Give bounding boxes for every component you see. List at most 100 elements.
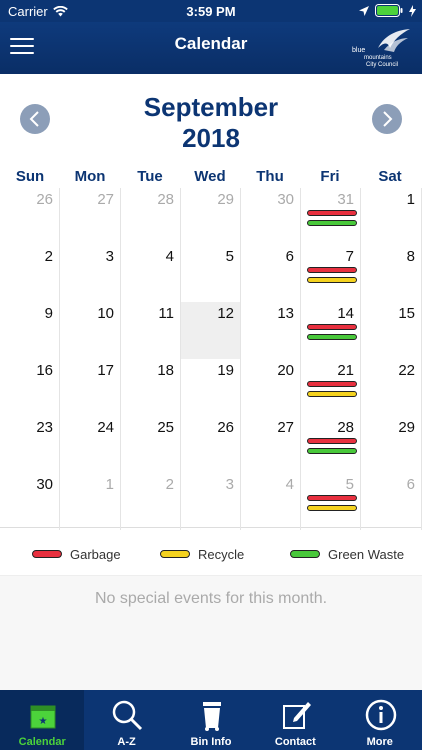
search-icon	[113, 700, 143, 731]
day-cell[interactable]: 30	[0, 473, 60, 530]
legend-recycle-label: Recycle	[198, 546, 245, 562]
day-number: 6	[285, 248, 294, 265]
day-cell[interactable]: 20	[241, 359, 301, 416]
day-cell[interactable]: 10	[60, 302, 121, 359]
day-cell[interactable]: 1	[361, 188, 422, 245]
day-cell[interactable]: 5	[181, 245, 241, 302]
day-cell[interactable]: 6	[361, 473, 422, 530]
day-cell[interactable]: 22	[361, 359, 422, 416]
day-cell[interactable]: 21	[301, 359, 361, 416]
day-cell[interactable]: 6	[241, 245, 301, 302]
day-cell[interactable]: 17	[60, 359, 121, 416]
day-cell[interactable]: 31	[301, 188, 361, 245]
day-cell-today[interactable]: 12	[181, 302, 241, 359]
day-number: 19	[217, 362, 234, 379]
battery-icon	[375, 4, 403, 17]
day-number: 30	[277, 191, 294, 208]
day-cell[interactable]: 5	[301, 473, 361, 530]
bin-legend: Garbage Recycle Green Waste	[0, 540, 422, 568]
day-number: 17	[97, 362, 114, 379]
chevron-right-icon	[383, 111, 393, 127]
day-number: 31	[337, 191, 354, 208]
day-cell[interactable]: 23	[0, 416, 60, 473]
day-number: 4	[165, 248, 174, 265]
nav-bar: Calendar blue mountains City Council	[0, 22, 422, 74]
tab-more[interactable]: More	[338, 690, 422, 750]
weekday-thu: Thu	[256, 168, 284, 185]
tab-bin-info[interactable]: Bin Info	[169, 690, 253, 750]
day-cell[interactable]: 2	[121, 473, 181, 530]
day-cell[interactable]: 27	[60, 188, 121, 245]
day-cell[interactable]: 27	[241, 416, 301, 473]
garbage-bin-marker	[307, 495, 357, 501]
tab-a-z[interactable]: A-Z	[84, 690, 168, 750]
day-number: 3	[105, 248, 114, 265]
council-logo: blue mountains City Council	[352, 29, 410, 68]
recycle-swatch	[160, 550, 190, 558]
day-number: 23	[36, 419, 53, 436]
day-cell[interactable]: 29	[361, 416, 422, 473]
tab-bar: ★ Calendar A-Z Bin Info Contact More	[0, 690, 422, 750]
green-waste-bin-marker	[307, 334, 357, 340]
weekday-tue: Tue	[137, 168, 163, 185]
next-month-button[interactable]	[372, 104, 402, 134]
garbage-bin-marker	[307, 267, 357, 273]
legend-green-waste-label: Green Waste	[328, 546, 405, 562]
day-cell[interactable]: 2	[0, 245, 60, 302]
day-number: 30	[36, 476, 53, 493]
events-panel: No special events for this month.	[0, 575, 422, 690]
day-number: 6	[406, 476, 415, 493]
day-cell[interactable]: 28	[301, 416, 361, 473]
day-number: 21	[337, 362, 354, 379]
day-cell[interactable]: 13	[241, 302, 301, 359]
logo-text-3: City Council	[366, 62, 398, 68]
day-number: 3	[225, 476, 234, 493]
day-cell[interactable]: 7	[301, 245, 361, 302]
day-number: 20	[277, 362, 294, 379]
day-cell[interactable]: 8	[361, 245, 422, 302]
day-cell[interactable]: 4	[121, 245, 181, 302]
day-cell[interactable]: 11	[121, 302, 181, 359]
tab-contact[interactable]: Contact	[253, 690, 337, 750]
year-label: 2018	[182, 123, 240, 153]
day-cell[interactable]: 1	[60, 473, 121, 530]
day-number: 2	[165, 476, 174, 493]
day-number: 18	[157, 362, 174, 379]
day-cell[interactable]: 26	[181, 416, 241, 473]
day-number: 28	[337, 419, 354, 436]
tab-a-z-label: A-Z	[117, 736, 136, 748]
day-number: 13	[277, 305, 294, 322]
day-cell[interactable]: 28	[121, 188, 181, 245]
day-cell[interactable]: 29	[181, 188, 241, 245]
day-cell[interactable]: 3	[181, 473, 241, 530]
tab-more-label: More	[366, 736, 393, 748]
weekday-fri: Fri	[320, 168, 340, 185]
tab-calendar[interactable]: ★ Calendar	[0, 690, 85, 750]
legend-recycle: Recycle	[160, 547, 244, 562]
calendar-icon: ★	[30, 705, 56, 729]
day-cell[interactable]: 30	[241, 188, 301, 245]
day-number: 27	[97, 191, 114, 208]
garbage-bin-marker	[307, 438, 357, 444]
day-cell[interactable]: 18	[121, 359, 181, 416]
day-cell[interactable]: 4	[241, 473, 301, 530]
day-cell[interactable]: 24	[60, 416, 121, 473]
day-cell[interactable]: 16	[0, 359, 60, 416]
tab-calendar-label: Calendar	[18, 736, 66, 748]
day-number: 28	[157, 191, 174, 208]
green-waste-swatch	[290, 550, 320, 558]
day-number: 5	[345, 476, 354, 493]
day-number: 22	[398, 362, 415, 379]
month-year-title: September 2018	[0, 92, 422, 154]
day-cell[interactable]: 9	[0, 302, 60, 359]
weekday-wed: Wed	[194, 168, 226, 185]
day-cell[interactable]: 3	[60, 245, 121, 302]
day-cell[interactable]: 26	[0, 188, 60, 245]
day-number: 26	[217, 419, 234, 436]
day-cell[interactable]: 14	[301, 302, 361, 359]
day-cell[interactable]: 15	[361, 302, 422, 359]
weekday-sat: Sat	[378, 168, 402, 185]
day-number: 11	[158, 305, 174, 322]
day-cell[interactable]: 19	[181, 359, 241, 416]
day-cell[interactable]: 25	[121, 416, 181, 473]
